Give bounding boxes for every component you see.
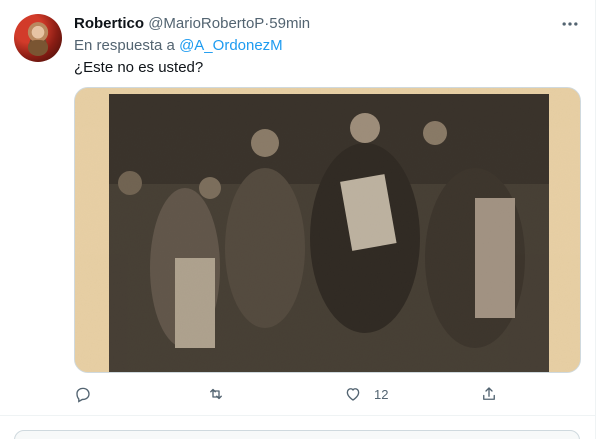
more-horizontal-icon [562, 22, 578, 26]
user-handle[interactable]: @MarioRobertoP [148, 15, 264, 32]
more-options-button[interactable] [560, 14, 580, 34]
reply-prefix: En respuesta a [74, 37, 175, 54]
reply-icon [76, 387, 90, 403]
tweet-actions: 12 [74, 384, 504, 404]
avatar[interactable] [14, 14, 62, 62]
heart-icon [346, 388, 360, 401]
retweet-button[interactable] [207, 384, 225, 404]
tweet-photo[interactable] [74, 87, 581, 373]
reply-button[interactable] [74, 384, 92, 404]
reply-context: En respuesta a @A_OrdonezM [74, 36, 283, 56]
reply-to-link[interactable]: @A_OrdonezM [179, 37, 283, 54]
timestamp[interactable]: 59min [269, 15, 310, 32]
like-count: 12 [374, 386, 389, 402]
retweet-icon [210, 388, 222, 400]
display-name[interactable]: Robertico [74, 15, 144, 32]
share-icon [483, 387, 495, 400]
like-button[interactable]: 12 [344, 384, 388, 404]
tweet-divider [0, 415, 596, 416]
tweet-header: Robertico @MarioRobertoP·59min [74, 14, 310, 34]
tweet-card[interactable]: Robertico @MarioRobertoP·59min En respue… [0, 0, 596, 439]
vintage-photo [75, 88, 580, 372]
next-tweet-preview[interactable] [14, 430, 580, 439]
share-button[interactable] [480, 384, 498, 404]
avatar-beard [28, 40, 48, 56]
tweet-text: ¿Este no es usted? [74, 59, 204, 76]
